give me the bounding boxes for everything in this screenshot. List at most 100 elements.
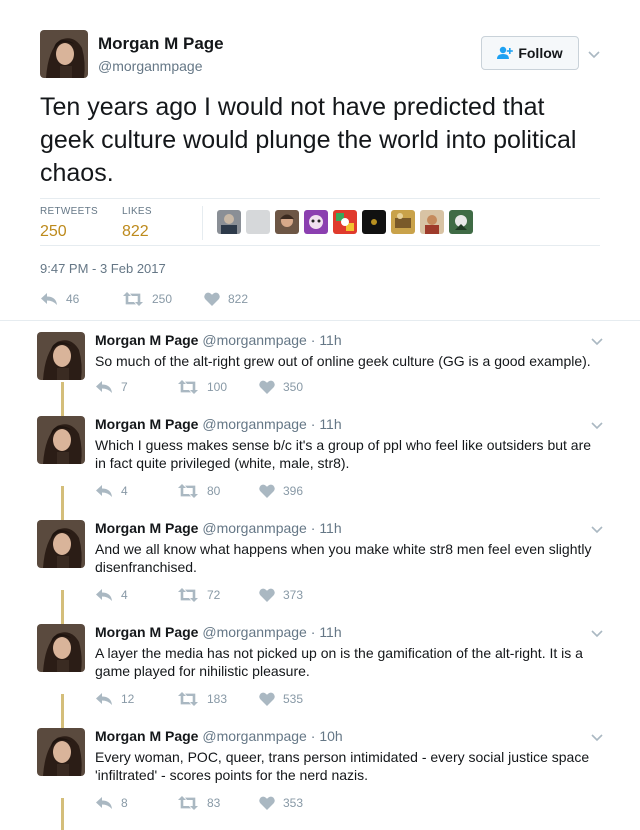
like-action[interactable]: 396	[259, 484, 303, 498]
retweet-icon	[123, 292, 143, 306]
tweet-time[interactable]: 11h	[319, 520, 341, 536]
retweet-icon	[178, 692, 198, 706]
retweet-action[interactable]: 100	[177, 380, 227, 394]
follow-button[interactable]: Follow	[481, 36, 579, 70]
chevron-down-icon[interactable]	[590, 626, 604, 640]
liker-avatar[interactable]	[362, 210, 386, 234]
reply-arrow-icon	[96, 485, 112, 497]
tweet-text: Every woman, POC, queer, trans person in…	[95, 749, 590, 783]
thread-tweet[interactable]: Morgan M Page @morganmpage · 11h And we …	[0, 510, 640, 614]
liker-avatar[interactable]	[333, 210, 357, 234]
retweet-count: 250	[152, 292, 173, 306]
retweets-count: 250	[40, 223, 67, 240]
chevron-down-icon[interactable]	[590, 730, 604, 744]
heart-icon	[259, 588, 275, 602]
author-handle[interactable]: @morganmpage	[202, 416, 307, 432]
tweet-header: Morgan M Page @morganmpage Follow	[40, 30, 610, 80]
author-handle[interactable]: @morganmpage	[202, 520, 307, 536]
avatar[interactable]	[37, 416, 85, 464]
tweet-time[interactable]: 11h	[319, 332, 341, 348]
tweet-text: And we all know what happens when you ma…	[95, 541, 592, 575]
tweet-text: A layer the media has not picked up on i…	[95, 645, 583, 679]
retweet-count: 183	[207, 692, 228, 706]
avatar[interactable]	[37, 520, 85, 568]
reply-action[interactable]: 12	[95, 692, 134, 706]
retweet-count: 100	[207, 380, 228, 394]
retweet-action[interactable]: 250	[122, 292, 172, 306]
like-action[interactable]: 535	[259, 692, 303, 706]
retweet-action[interactable]: 183	[177, 692, 227, 706]
author-name[interactable]: Morgan M Page	[95, 624, 198, 640]
likes-count: 822	[122, 223, 149, 240]
avatar[interactable]	[37, 332, 85, 380]
like-count: 373	[283, 588, 304, 602]
reply-action[interactable]: 8	[95, 796, 128, 810]
like-action[interactable]: 822	[204, 292, 248, 306]
author-name[interactable]: Morgan M Page	[95, 416, 198, 432]
author-name[interactable]: Morgan M Page	[95, 728, 198, 744]
author-name[interactable]: Morgan M Page	[98, 34, 224, 54]
liker-avatar[interactable]	[449, 210, 473, 234]
avatar[interactable]	[37, 624, 85, 672]
tweet-timestamp[interactable]: 9:47 PM - 3 Feb 2017	[40, 261, 166, 276]
retweets-label: RETWEETS	[40, 206, 98, 217]
liker-avatar[interactable]	[275, 210, 299, 234]
author-handle[interactable]: @morganmpage	[202, 728, 307, 744]
author-name[interactable]: Morgan M Page	[95, 520, 198, 536]
like-count: 535	[283, 692, 304, 706]
retweet-count: 80	[207, 484, 221, 498]
tweet-text: So much of the alt-right grew out of onl…	[95, 353, 591, 369]
author-handle[interactable]: @morganmpage	[98, 58, 203, 74]
liker-avatar[interactable]	[304, 210, 328, 234]
chevron-down-icon[interactable]	[587, 47, 601, 61]
tweet-time[interactable]: 10h	[319, 728, 342, 744]
reply-action[interactable]: 4	[95, 588, 128, 602]
author-name[interactable]: Morgan M Page	[95, 332, 198, 348]
chevron-down-icon[interactable]	[590, 522, 604, 536]
liker-avatar[interactable]	[391, 210, 415, 234]
reply-arrow-icon	[96, 693, 112, 705]
heart-icon	[204, 292, 220, 306]
chevron-down-icon[interactable]	[590, 418, 604, 432]
like-count: 822	[228, 292, 249, 306]
chevron-down-icon[interactable]	[590, 334, 604, 348]
avatar[interactable]	[40, 30, 88, 78]
retweet-icon	[178, 588, 198, 602]
retweet-action[interactable]: 72	[177, 588, 220, 602]
tweet-byline: Morgan M Page @morganmpage · 10h	[95, 728, 343, 744]
avatar[interactable]	[37, 728, 85, 776]
thread-tweet[interactable]: Morgan M Page @morganmpage · 11h Which I…	[0, 406, 640, 510]
like-action[interactable]: 353	[259, 796, 303, 810]
likes-label: LIKES	[122, 206, 152, 217]
reply-arrow-icon	[41, 293, 57, 305]
liker-avatar[interactable]	[217, 210, 241, 234]
tweet-time-sep: ·	[310, 332, 316, 348]
retweet-action[interactable]: 83	[177, 796, 220, 810]
author-handle[interactable]: @morganmpage	[202, 332, 307, 348]
like-count: 353	[283, 796, 304, 810]
thread-tweet[interactable]: Morgan M Page @morganmpage · 10h Every w…	[0, 718, 640, 822]
tweet-time-sep: ·	[310, 624, 316, 640]
reply-count: 4	[121, 588, 128, 602]
likes-stat[interactable]: LIKES 822	[122, 206, 152, 241]
tweet-time[interactable]: 11h	[319, 624, 341, 640]
add-user-icon	[497, 46, 514, 59]
like-count: 350	[283, 380, 304, 394]
liker-avatar[interactable]	[420, 210, 444, 234]
stat-divider	[202, 206, 203, 240]
thread-tweet[interactable]: Morgan M Page @morganmpage · 11h A layer…	[0, 614, 640, 718]
retweet-count: 72	[207, 588, 221, 602]
reply-action[interactable]: 7	[95, 380, 128, 394]
author-handle[interactable]: @morganmpage	[202, 624, 307, 640]
retweets-stat[interactable]: RETWEETS 250	[40, 206, 98, 241]
retweet-icon	[178, 484, 198, 498]
reply-action[interactable]: 4	[95, 484, 128, 498]
retweet-action[interactable]: 80	[177, 484, 220, 498]
like-action[interactable]: 350	[259, 380, 303, 394]
liker-avatar[interactable]	[246, 210, 270, 234]
like-action[interactable]: 373	[259, 588, 303, 602]
tweet-time[interactable]: 11h	[319, 416, 341, 432]
reply-action[interactable]: 46	[40, 292, 79, 306]
tweet-byline: Morgan M Page @morganmpage · 11h	[95, 332, 342, 348]
heart-icon	[259, 380, 275, 394]
